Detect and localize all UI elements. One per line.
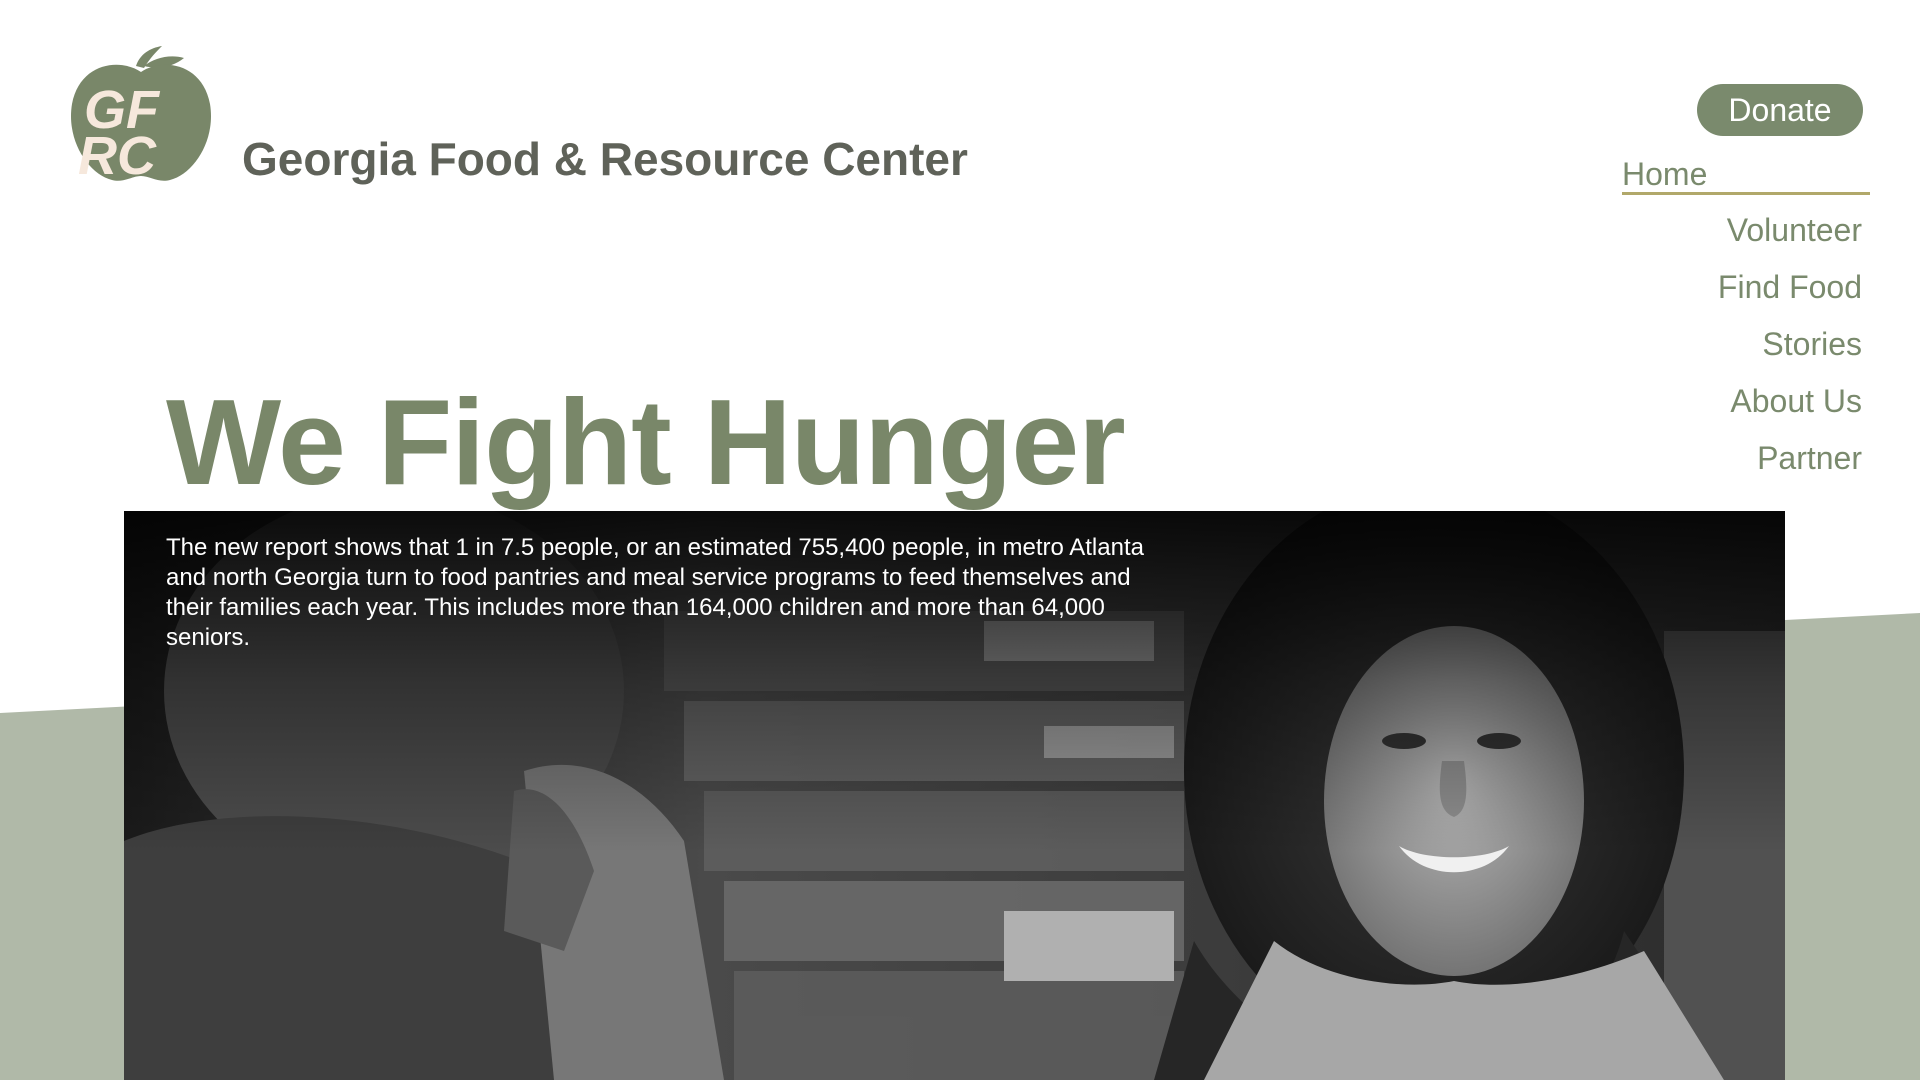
nav-item-volunteer[interactable]: Volunteer [1622, 207, 1862, 264]
donate-button[interactable]: Donate [1697, 84, 1863, 136]
nav-item-home[interactable]: Home [1622, 150, 1870, 195]
main-nav: Home Volunteer Find Food Stories About U… [1622, 150, 1870, 492]
hero-title: We Fight Hunger [166, 374, 1126, 510]
hero-body-text: The new report shows that 1 in 7.5 peopl… [166, 534, 1144, 651]
logo-letters-lower: RC [78, 126, 157, 184]
nav-item-stories[interactable]: Stories [1622, 321, 1862, 378]
nav-item-find-food[interactable]: Find Food [1622, 264, 1862, 321]
site-title[interactable]: Georgia Food & Resource Center [242, 132, 968, 186]
hero-photo: The new report shows that 1 in 7.5 peopl… [124, 511, 1785, 1080]
page: GF RC Georgia Food & Resource Center Don… [0, 0, 1920, 1080]
gfrc-apple-logo[interactable]: GF RC [66, 44, 216, 184]
nav-item-about-us[interactable]: About Us [1622, 378, 1862, 435]
nav-item-partner[interactable]: Partner [1622, 435, 1862, 492]
